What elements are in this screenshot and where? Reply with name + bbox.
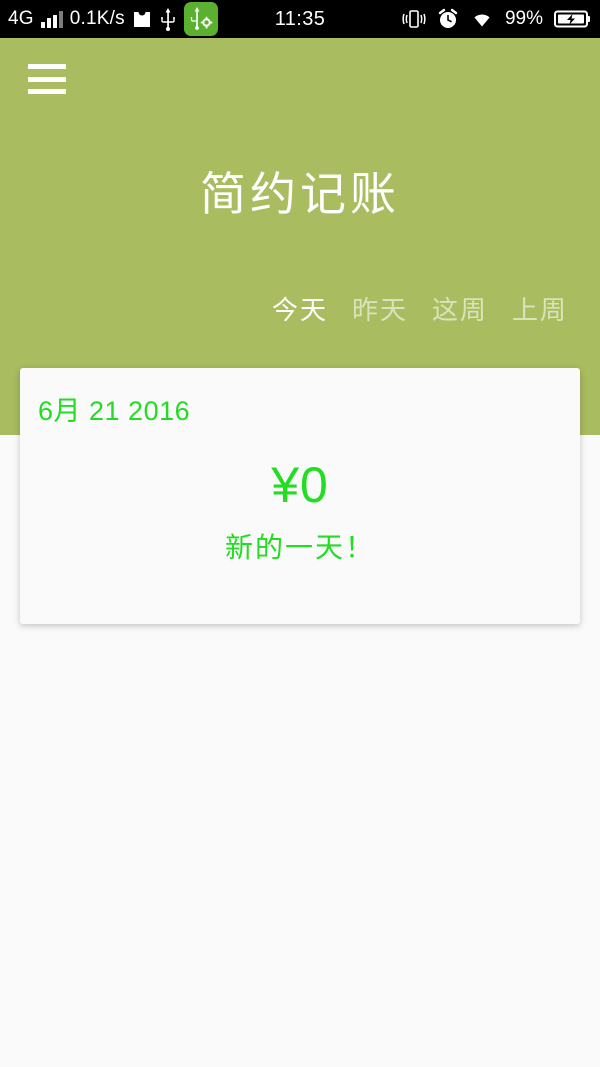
page-background (0, 624, 600, 1067)
signal-bars-icon (40, 10, 63, 28)
daily-summary-card[interactable]: 6月 21 2016 ¥0 新的一天！ (20, 368, 580, 624)
tab-this-week[interactable]: 这周 (420, 288, 500, 327)
hamburger-bar (28, 64, 66, 69)
card-date-label: 6月 21 2016 (38, 396, 191, 426)
alarm-clock-icon (437, 8, 459, 30)
download-bag-icon (132, 9, 152, 29)
tab-bar: 今天 昨天 这周 上周 这 (0, 288, 600, 360)
tab-next[interactable]: 这 (580, 288, 600, 327)
vibrate-icon (402, 9, 426, 29)
status-bar: 4G 0.1K/s 11:35 99% (0, 0, 600, 38)
hamburger-bar (28, 76, 66, 82)
battery-charging-icon (554, 10, 590, 28)
tab-today[interactable]: 今天 (260, 288, 340, 327)
network-type-label: 4G (8, 8, 34, 29)
clock-label: 11:35 (274, 7, 326, 30)
usb-icon (159, 7, 177, 31)
status-bar-left-group: 4G 0.1K/s (0, 2, 218, 36)
data-rate-label: 0.1K/s (69, 8, 125, 29)
hamburger-bar (28, 89, 66, 94)
card-amount-value: ¥0 (271, 457, 329, 513)
usb-debug-badge-icon (183, 2, 218, 36)
status-bar-right-group: 99% (402, 8, 600, 30)
tab-last-week[interactable]: 上周 (500, 288, 580, 327)
battery-percent-label: 99% (504, 8, 543, 29)
page-title: 简约记账 (200, 168, 400, 220)
card-message-label: 新的一天！ (224, 532, 375, 563)
tab-yesterday[interactable]: 昨天 (340, 288, 420, 327)
hamburger-menu-icon[interactable] (28, 64, 66, 94)
app-screen: 4G 0.1K/s 11:35 99% 简约记账 今天 昨天 这周 上周 6月 … (0, 0, 600, 1067)
wifi-icon (470, 10, 494, 28)
